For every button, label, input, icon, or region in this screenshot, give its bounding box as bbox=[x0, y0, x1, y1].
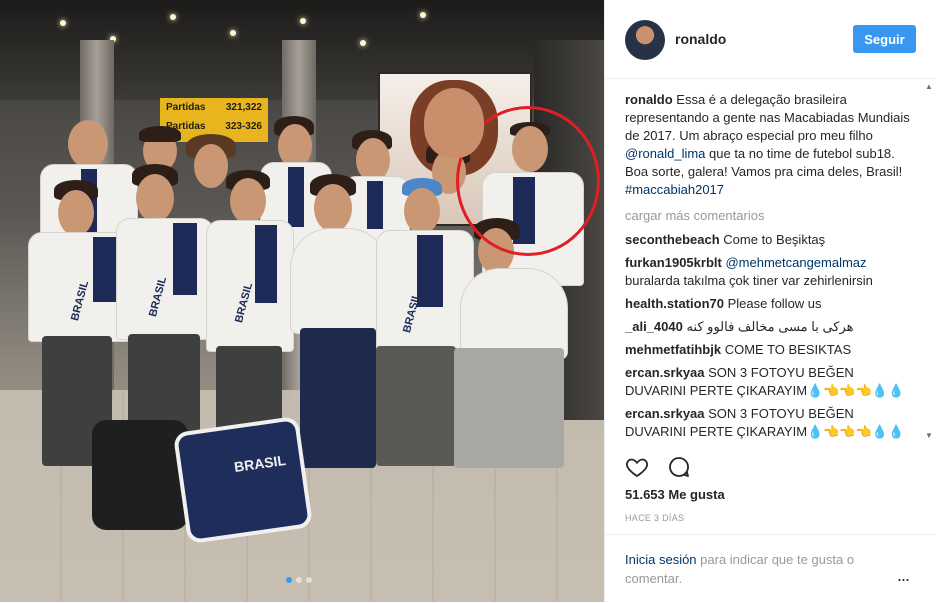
jacket-text: BRASIL bbox=[69, 279, 92, 323]
caption: ronaldo Essa é a delegação brasileira re… bbox=[625, 91, 915, 199]
jacket-text: BRASIL bbox=[233, 281, 256, 325]
scroll-up-icon[interactable]: ▲ bbox=[925, 82, 933, 91]
caption-hashtag[interactable]: #maccabiah2017 bbox=[625, 182, 724, 197]
comment: _ali_4040 هرکی با مسی مخالف فالوو کنه bbox=[625, 318, 915, 336]
ceiling-light bbox=[170, 14, 176, 20]
trousers bbox=[376, 346, 456, 466]
likes-count[interactable]: 51.653 Me gusta bbox=[625, 487, 725, 502]
comment: seconthebeach Come to Beşiktaş bbox=[625, 231, 915, 249]
carousel-dot[interactable] bbox=[306, 577, 312, 583]
jacket: BRASIL bbox=[206, 220, 294, 352]
hat bbox=[139, 126, 181, 142]
backpack bbox=[92, 420, 188, 530]
heart-icon[interactable] bbox=[625, 455, 649, 479]
face bbox=[68, 120, 108, 168]
post-actions bbox=[625, 455, 925, 479]
bag-text: BRASIL bbox=[233, 451, 287, 476]
face bbox=[58, 190, 94, 236]
face bbox=[194, 144, 228, 188]
follow-button[interactable]: Seguir bbox=[853, 25, 916, 53]
login-link[interactable]: Inicia sesión bbox=[625, 552, 697, 567]
comment: mehmetfatihbjk COME TO BESIKTAS bbox=[625, 341, 915, 359]
comment-username[interactable]: mehmetfatihbjk bbox=[625, 342, 721, 357]
username[interactable]: ronaldo bbox=[675, 31, 726, 47]
face bbox=[136, 174, 174, 222]
comment-username[interactable]: seconthebeach bbox=[625, 232, 720, 247]
comment-username[interactable]: _ali_4040 bbox=[625, 319, 683, 334]
comment-username[interactable]: furkan1905krblt bbox=[625, 255, 722, 270]
post-image[interactable]: Partidas 321,322 Partidas 323-326 BRASIL… bbox=[0, 0, 604, 602]
ceiling-light bbox=[60, 20, 66, 26]
comment: ercan.srkyaa SON 3 FOTOYU BEĞEN DUVARINI… bbox=[625, 364, 915, 400]
post-side-panel: ronaldo Seguir ronaldo Essa é a delegaçã… bbox=[604, 0, 936, 602]
ceiling-light bbox=[230, 30, 236, 36]
face bbox=[314, 184, 352, 232]
caption-mention[interactable]: @ronald_lima bbox=[625, 146, 705, 161]
more-options-icon[interactable]: ... bbox=[897, 565, 910, 586]
trousers bbox=[300, 328, 376, 468]
comment-text: buralarda takılma çok tiner var zehirlen… bbox=[625, 273, 873, 288]
jacket-text: BRASIL bbox=[401, 291, 424, 335]
trousers bbox=[454, 348, 564, 468]
login-prompt: Inicia sesión para indicar que te gusta … bbox=[605, 534, 936, 603]
avatar[interactable] bbox=[625, 20, 665, 60]
comment-text: Please follow us bbox=[727, 296, 822, 311]
comment-text: COME TO BESIKTAS bbox=[724, 342, 852, 357]
load-more-comments[interactable]: cargar más comentarios bbox=[625, 207, 915, 225]
carousel-indicator bbox=[286, 577, 312, 583]
face bbox=[404, 188, 440, 234]
comment-icon[interactable] bbox=[667, 455, 691, 479]
comment-text: هرکی با مسی مخالف فالوو کنه bbox=[686, 319, 854, 334]
sign-label: Partidas bbox=[166, 102, 206, 113]
tshirt bbox=[460, 268, 568, 360]
comment: health.station70 Please follow us bbox=[625, 295, 915, 313]
comment-username[interactable]: ercan.srkyaa bbox=[625, 406, 705, 421]
jacket: BRASIL bbox=[116, 218, 214, 340]
comment-text: Come to Beşiktaş bbox=[723, 232, 826, 247]
comment-mention[interactable]: @mehmetcangemalmaz bbox=[725, 255, 866, 270]
caption-username[interactable]: ronaldo bbox=[625, 92, 673, 107]
comment-username[interactable]: ercan.srkyaa bbox=[625, 365, 705, 380]
login-text: Inicia sesión para indicar que te gusta … bbox=[625, 550, 895, 588]
sports-bag: BRASIL bbox=[172, 415, 314, 545]
tshirt bbox=[290, 228, 388, 334]
ceiling-light bbox=[300, 18, 306, 24]
jacket-text: BRASIL bbox=[147, 275, 170, 319]
carousel-dot[interactable] bbox=[296, 577, 302, 583]
sign-gates: 321,322 bbox=[225, 102, 262, 113]
comments-list[interactable]: ronaldo Essa é a delegação brasileira re… bbox=[625, 80, 915, 442]
sign-gates: 323-326 bbox=[225, 121, 262, 132]
billboard-face bbox=[424, 88, 484, 158]
ceiling-light bbox=[360, 40, 366, 46]
jacket: BRASIL bbox=[28, 232, 130, 342]
scroll-down-icon[interactable]: ▼ bbox=[925, 431, 933, 440]
post-header: ronaldo Seguir bbox=[605, 0, 936, 79]
comment-username[interactable]: health.station70 bbox=[625, 296, 724, 311]
comment: furkan1905krblt @mehmetcangemalmaz bural… bbox=[625, 254, 915, 290]
post-timestamp: HACE 3 DÍAS bbox=[625, 513, 685, 523]
ceiling-light bbox=[420, 12, 426, 18]
carousel-dot[interactable] bbox=[286, 577, 292, 583]
comments-scrollbar[interactable]: ▲ ▼ bbox=[923, 80, 935, 442]
comment: ercan.srkyaa SON 3 FOTOYU BEĞEN DUVARINI… bbox=[625, 405, 915, 441]
face bbox=[230, 178, 266, 224]
